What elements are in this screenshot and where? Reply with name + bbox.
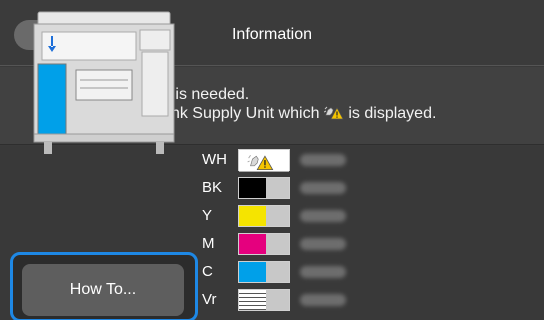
ink-level-rest xyxy=(266,234,289,254)
ink-row-bk: BK xyxy=(196,176,396,200)
ink-color-fill xyxy=(239,178,266,198)
ink-code xyxy=(300,294,346,306)
ink-color-fill xyxy=(239,206,266,226)
ink-level-rest xyxy=(266,290,289,310)
ink-color-fill xyxy=(239,262,266,282)
ink-row-m: M xyxy=(196,232,396,256)
ink-code xyxy=(300,238,346,250)
ink-level-rest xyxy=(266,206,289,226)
ink-row-c: C xyxy=(196,260,396,284)
ink-code xyxy=(300,266,346,278)
ink-color-fill xyxy=(239,234,266,254)
message-line-2-end: is displayed. xyxy=(348,105,437,122)
ink-level-swatch xyxy=(238,261,290,283)
ink-code xyxy=(300,210,346,222)
ink-row-y: Y xyxy=(196,204,396,228)
ink-level-swatch xyxy=(238,233,290,255)
ink-level-swatch xyxy=(238,149,290,172)
ink-row-wh: WH xyxy=(196,148,396,172)
ink-level-rest xyxy=(266,178,289,198)
shake-warning-icon xyxy=(239,150,289,172)
how-to-button[interactable]: How To... xyxy=(22,264,184,316)
ink-label: Y xyxy=(202,207,213,224)
varnish-pattern-fill xyxy=(239,290,266,310)
shake-warning-icon xyxy=(323,106,344,120)
ink-label: C xyxy=(202,263,213,280)
ink-level-swatch xyxy=(238,205,290,227)
ink-level-rest xyxy=(266,262,289,282)
ink-code xyxy=(300,154,346,166)
ink-level-swatch xyxy=(238,289,290,311)
ink-label: M xyxy=(202,235,215,252)
ink-level-swatch xyxy=(238,177,290,199)
ink-row-vr: Vr xyxy=(196,288,396,312)
ink-code xyxy=(300,182,346,194)
ink-label: WH xyxy=(202,151,227,168)
ink-label: BK xyxy=(202,179,223,196)
printer-illustration xyxy=(33,11,175,154)
ink-label: Vr xyxy=(202,291,217,308)
